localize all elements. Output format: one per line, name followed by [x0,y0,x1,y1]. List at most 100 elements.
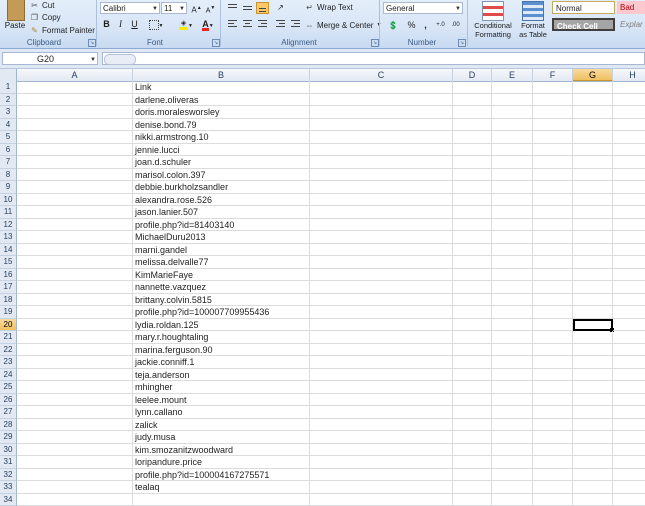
cell-d[interactable] [453,244,492,257]
cell-a[interactable] [17,356,133,369]
cell-e[interactable] [492,119,533,132]
cell-h[interactable] [613,106,645,119]
cell-b[interactable]: marni.gandel [133,244,310,257]
cell-g[interactable] [573,181,613,194]
cell-c[interactable] [310,144,453,157]
cell-h[interactable] [613,194,645,207]
cell-b[interactable]: jackie.conniff.1 [133,356,310,369]
cell-f[interactable] [533,131,573,144]
row-header[interactable]: 18 [0,294,17,307]
cell-c[interactable] [310,419,453,432]
cell-a[interactable] [17,319,133,332]
cell-c[interactable] [310,194,453,207]
cell-b[interactable]: leelee.mount [133,394,310,407]
cell-h[interactable] [613,456,645,469]
cell-c[interactable] [310,406,453,419]
cell-c[interactable] [310,94,453,107]
row-header[interactable]: 25 [0,381,17,394]
select-all-corner[interactable] [0,69,17,81]
cell-f[interactable] [533,181,573,194]
row-header[interactable]: 20 [0,319,17,332]
cell-b[interactable]: kim.smozanitzwoodward [133,444,310,457]
row-header[interactable]: 31 [0,456,17,469]
cell-b[interactable]: profile.php?id=100007709955436 [133,306,310,319]
row-header[interactable]: 19 [0,306,17,319]
cell-b[interactable]: alexandra.rose.526 [133,194,310,207]
cell-d[interactable] [453,281,492,294]
clipboard-launcher-icon[interactable]: ↘ [88,39,96,47]
cell-h[interactable] [613,144,645,157]
cell-a[interactable] [17,394,133,407]
cell-a[interactable] [17,256,133,269]
row-header[interactable]: 17 [0,281,17,294]
cell-g[interactable] [573,356,613,369]
cell-e[interactable] [492,194,533,207]
cell-g[interactable] [573,269,613,282]
cell-g[interactable] [573,281,613,294]
cell-a[interactable] [17,456,133,469]
cell-d[interactable] [453,294,492,307]
cell-b[interactable]: melissa.delvalle77 [133,256,310,269]
cell-g[interactable] [573,344,613,357]
style-check-cell[interactable]: Check Cell [552,18,615,31]
cell-e[interactable] [492,206,533,219]
cell-c[interactable] [310,369,453,382]
cell-h[interactable] [613,419,645,432]
cell-e[interactable] [492,331,533,344]
cell-b[interactable]: loripandure.price [133,456,310,469]
cell-f[interactable] [533,469,573,482]
cell-d[interactable] [453,331,492,344]
cell-f[interactable] [533,144,573,157]
cell-e[interactable] [492,131,533,144]
cell-f[interactable] [533,331,573,344]
italic-button[interactable]: I [114,18,127,30]
row-header[interactable]: 12 [0,219,17,232]
column-header-e[interactable]: E [492,69,533,81]
cell-f[interactable] [533,406,573,419]
cell-g[interactable] [573,419,613,432]
cell-c[interactable] [310,219,453,232]
cell-d[interactable] [453,256,492,269]
cell-f[interactable] [533,281,573,294]
cell-g[interactable] [573,369,613,382]
cell-f[interactable] [533,344,573,357]
row-header[interactable]: 15 [0,256,17,269]
cell-e[interactable] [492,144,533,157]
cell-e[interactable] [492,81,533,94]
cell-d[interactable] [453,169,492,182]
cell-b[interactable]: darlene.oliveras [133,94,310,107]
cell-c[interactable] [310,206,453,219]
cell-e[interactable] [492,281,533,294]
cell-a[interactable] [17,156,133,169]
cell-g[interactable] [573,394,613,407]
cell-f[interactable] [533,294,573,307]
cell-a[interactable] [17,344,133,357]
number-format-select[interactable]: General ▼ [383,2,463,14]
cell-f[interactable] [533,81,573,94]
cell-d[interactable] [453,306,492,319]
underline-button[interactable]: U [128,18,141,30]
cell-g[interactable] [573,431,613,444]
cell-e[interactable] [492,219,533,232]
cell-h[interactable] [613,219,645,232]
cell-d[interactable] [453,444,492,457]
cell-e[interactable] [492,319,533,332]
cell-g[interactable] [573,156,613,169]
cell-h[interactable] [613,469,645,482]
cell-c[interactable] [310,269,453,282]
cell-h[interactable] [613,294,645,307]
cell-f[interactable] [533,431,573,444]
cell-f[interactable] [533,356,573,369]
cell-f[interactable] [533,444,573,457]
cell-g[interactable] [573,169,613,182]
cell-c[interactable] [310,181,453,194]
style-explanatory[interactable]: Explar [617,18,645,31]
cell-h[interactable] [613,181,645,194]
worksheet-grid[interactable]: ABCDEFGH 1Link2darlene.oliveras3doris.mo… [0,69,645,500]
cell-a[interactable] [17,194,133,207]
cell-a[interactable] [17,481,133,494]
cell-e[interactable] [492,294,533,307]
row-header[interactable]: 24 [0,369,17,382]
alignment-launcher-icon[interactable]: ↘ [371,39,379,47]
row-header[interactable]: 30 [0,444,17,457]
